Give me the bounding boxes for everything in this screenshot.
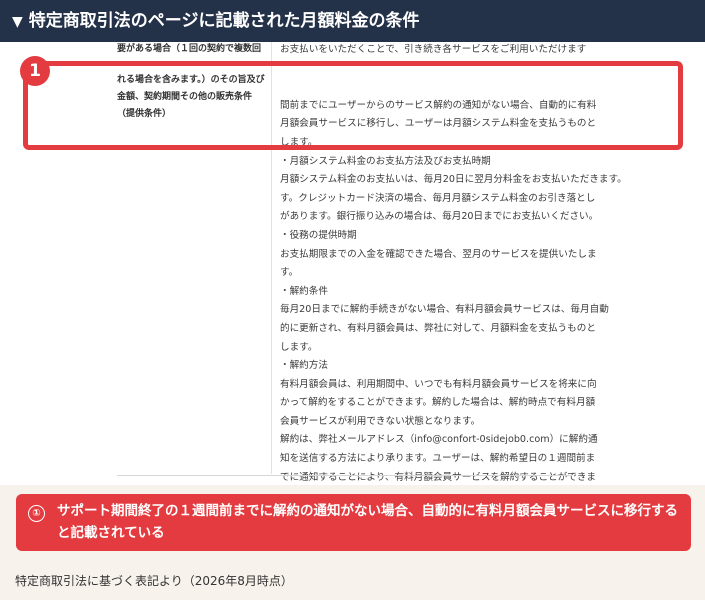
terms-line: お支払期限までの入金を確認できた場合、翌月のサービスを提供いたしま — [280, 248, 597, 260]
table-bottom-border — [117, 475, 572, 476]
terms-line: す。 — [280, 267, 299, 279]
terms-line: 会員サービスが利用できない状態となります。 — [280, 415, 481, 427]
terms-line: お支払いをいただくことで、引き続き各サービスをご利用いただけます — [280, 44, 587, 55]
terms-line: でに通知することにより、有料月額会員サービスを解約することができま — [280, 471, 597, 483]
terms-line: します。 — [280, 341, 318, 353]
terms-line: 月額システム料金のお支払いは、毎月20日に翌月分料金をお支払いただきます。 — [280, 174, 627, 186]
callout-text: サポート期間終了の１週間前までに解約の通知がない場合、自動的に有料月額会員サービ… — [57, 503, 678, 541]
callout-number: ① — [28, 505, 45, 522]
header-title: 特定商取引法のページに記載された月額料金の条件 — [28, 11, 420, 31]
triangle-down-icon: ▼ — [12, 14, 23, 30]
terms-line: ・解約条件 — [280, 285, 328, 297]
terms-line: ・解約方法 — [280, 360, 328, 372]
terms-line: 解約は、弊社メールアドレス（info@confort-0sidejob0.com… — [280, 434, 598, 446]
source-note: 特定商取引法に基づく表記より（2026年8月時点） — [15, 574, 293, 588]
terms-line: ・役務の提供時期 — [280, 229, 357, 241]
terms-line: ・月額システム料金のお支払方法及びお支払時期 — [280, 155, 491, 167]
terms-line: 毎月20日までに解約手続きがない場合、有料月額会員サービスは、毎月自動 — [280, 304, 609, 316]
highlight-badge: 1 — [20, 56, 50, 86]
terms-line: 有料月額会員は、利用期間中、いつでも有料月額会員サービスを将来に向 — [280, 378, 597, 390]
terms-line: があります。銀行振り込みの場合は、毎月20日までにお支払いください。 — [280, 211, 599, 223]
highlight-box — [23, 61, 683, 150]
terms-line: 的に更新され、有料月額会員は、弊社に対して、月額料金を支払うものと — [280, 322, 596, 334]
callout-box: ① サポート期間終了の１週間前までに解約の通知がない場合、自動的に有料月額会員サ… — [16, 494, 691, 551]
terms-line: す。クレジットカード決済の場合、毎月月額システム料金のお引き落とし — [280, 192, 596, 204]
terms-line: かって解約をすることができます。解約した場合は、解約時点で有料月額 — [280, 397, 596, 409]
terms-line: 知を送信する方法により承ります。ユーザーは、解約希望日の１週間前ま — [280, 453, 596, 465]
condition-label-line: 要がある場合（１回の契約で複数回 — [117, 44, 262, 54]
page-header: ▼ 特定商取引法のページに記載された月額料金の条件 — [0, 0, 705, 42]
